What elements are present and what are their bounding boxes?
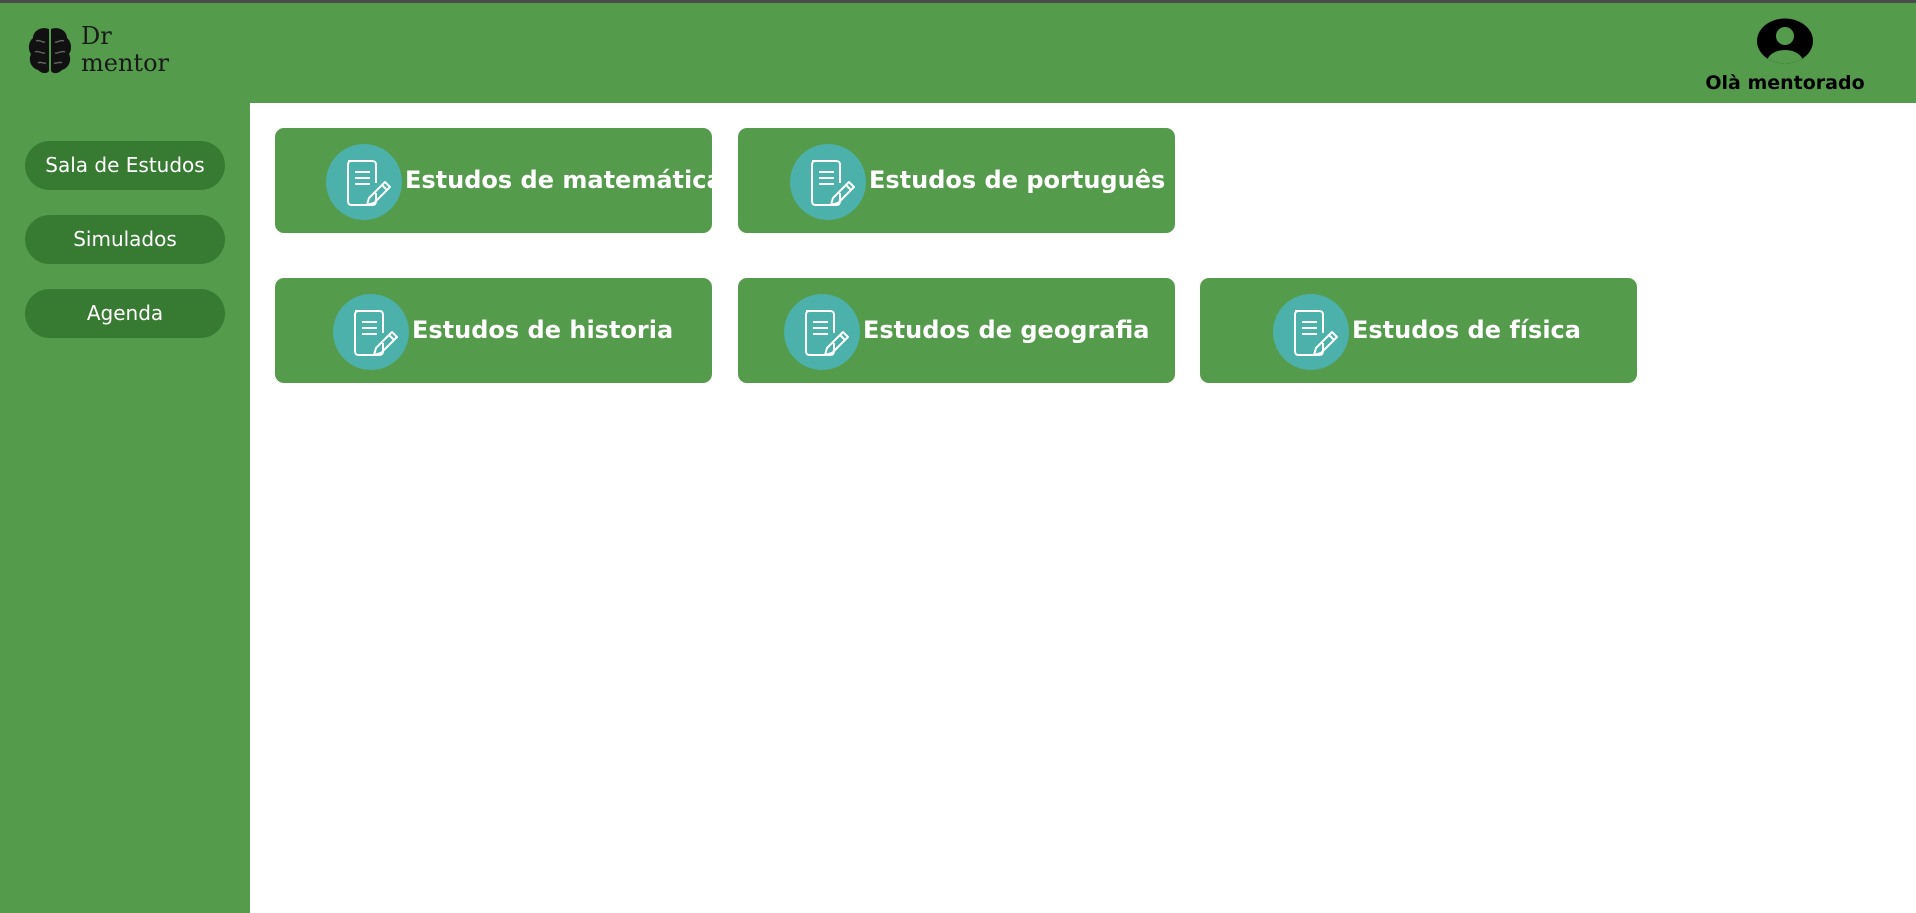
user-avatar-icon[interactable]: [1756, 18, 1814, 64]
document-pencil-icon: [333, 294, 409, 370]
card-label: Estudos de português: [869, 166, 1166, 194]
brand-name-line1: Dr: [81, 22, 112, 50]
card-estudos-portugues[interactable]: Estudos de português: [738, 128, 1175, 233]
sidebar-item-agenda[interactable]: Agenda: [25, 289, 225, 338]
document-pencil-icon: [1273, 294, 1349, 370]
sidebar-item-sala-de-estudos[interactable]: Sala de Estudos: [25, 141, 225, 190]
document-pencil-icon: [790, 144, 866, 220]
card-label: Estudos de historia: [412, 316, 674, 344]
card-label: Estudos de matemática: [405, 166, 723, 194]
card-estudos-matematica[interactable]: Estudos de matemática: [275, 128, 723, 233]
card-label: Estudos de geografia: [863, 316, 1150, 344]
brain-icon[interactable]: [27, 25, 73, 75]
user-menu[interactable]: Olà mentorado: [1690, 18, 1880, 98]
top-header: Dr mentor Olà mentorado: [0, 3, 1916, 103]
sidebar-item-simulados[interactable]: Simulados: [25, 215, 225, 264]
brand-name-line2: mentor: [81, 49, 169, 77]
card-estudos-geografia[interactable]: Estudos de geografia: [738, 278, 1175, 383]
user-greeting: Olà mentorado: [1705, 72, 1865, 94]
card-estudos-historia[interactable]: Estudos de historia: [275, 278, 712, 383]
sidebar: Sala de Estudos Simulados Agenda: [0, 103, 250, 913]
document-pencil-icon: [784, 294, 860, 370]
card-label: Estudos de física: [1352, 316, 1581, 344]
document-pencil-icon: [326, 144, 402, 220]
brand-name[interactable]: Dr mentor: [81, 23, 191, 77]
card-estudos-fisica[interactable]: Estudos de física: [1200, 278, 1637, 383]
